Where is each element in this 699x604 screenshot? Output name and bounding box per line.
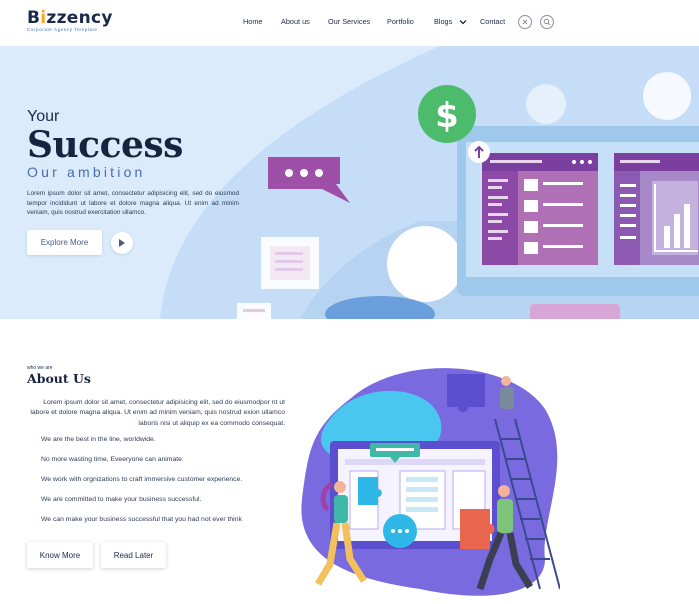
close-button[interactable] xyxy=(518,15,532,29)
nav-item-contact[interactable]: Contact xyxy=(480,17,505,26)
about-paragraph: Lorem ipsum dolor sit amet, consectetur … xyxy=(30,399,285,427)
explore-more-button[interactable]: Explore More xyxy=(27,230,102,255)
site-header: Bizzency Corporate Agency Template Home … xyxy=(0,0,699,46)
brand-logo[interactable]: Bizzency Corporate Agency Template xyxy=(27,9,113,33)
nav-item-portfolio[interactable]: Portfolio xyxy=(387,17,414,26)
list-item: We can make your business successful tha… xyxy=(41,516,242,523)
hero-description: Lorem ipsum dolor sit amet, consectetur … xyxy=(27,190,239,217)
about-title: About Us xyxy=(27,371,91,386)
hero-section: $ Your Success Our ambition Lorem ipsum … xyxy=(0,46,699,319)
list-item: No more wasting time, Eveeryone can anim… xyxy=(41,456,184,463)
list-item: We are committed to make your business s… xyxy=(41,496,202,503)
chevron-down-icon[interactable] xyxy=(459,18,467,26)
nav-item-services[interactable]: Our Services xyxy=(328,17,370,26)
svg-text:$: $ xyxy=(435,96,459,136)
search-button[interactable] xyxy=(540,15,554,29)
hero-illustration: $ xyxy=(160,46,699,319)
hero-subheadline: Our ambition xyxy=(27,164,146,180)
close-icon xyxy=(522,19,528,25)
search-icon xyxy=(543,18,551,26)
about-section: who we are About Us Lorem ipsum dolor si… xyxy=(0,319,699,604)
nav-item-home[interactable]: Home xyxy=(243,17,262,26)
list-item: We are the best in the line, worldwide. xyxy=(41,436,156,443)
play-button[interactable] xyxy=(111,232,133,254)
list-item: We work with orgnizations to craft immer… xyxy=(41,476,243,483)
know-more-button[interactable]: Know More xyxy=(27,542,93,568)
play-icon xyxy=(119,239,125,247)
hero-headline: Success xyxy=(27,124,183,166)
brand-name: Bizzency xyxy=(27,8,113,28)
read-later-button[interactable]: Read Later xyxy=(101,542,166,568)
about-illustration xyxy=(301,368,560,596)
nav-item-blogs[interactable]: Blogs xyxy=(434,17,452,26)
nav-item-about[interactable]: About us xyxy=(281,17,310,26)
